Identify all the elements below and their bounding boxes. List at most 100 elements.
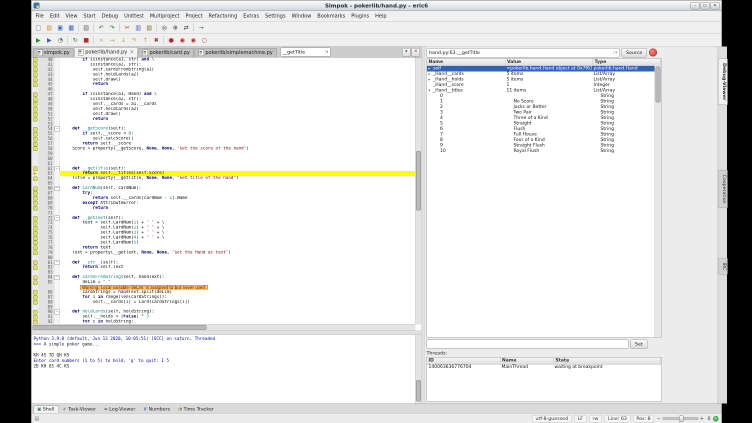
side-tab-debug-viewer[interactable]: Debug-Viewer xyxy=(718,59,728,105)
toggle-breakpoint-icon[interactable]: ● xyxy=(166,35,177,46)
menu-item-settings[interactable]: Settings xyxy=(262,12,289,20)
set-button[interactable]: Set xyxy=(631,339,648,349)
variables-column-header[interactable]: Name xyxy=(427,59,506,66)
variable-row[interactable]: 10Royal FlushString xyxy=(427,149,661,155)
save-file-icon[interactable]: ▣ xyxy=(55,22,66,33)
save-all-icon[interactable]: ▦ xyxy=(66,22,77,33)
search-next-icon[interactable]: ⊕ xyxy=(170,22,181,33)
side-tab-irc[interactable]: IRC xyxy=(718,258,728,275)
zoom-slider-thumb[interactable] xyxy=(679,416,684,423)
search-icon[interactable]: ◎ xyxy=(159,22,170,33)
tab-close-icon[interactable]: × xyxy=(130,50,134,56)
continue-icon[interactable]: » xyxy=(96,35,107,46)
menu-item-extras[interactable]: Extras xyxy=(240,12,262,20)
variable-name-text: 4 xyxy=(440,116,443,121)
thread-row[interactable]: 140063636776704MainThreadwaiting at brea… xyxy=(427,365,661,371)
threads-column-header[interactable]: ID xyxy=(427,358,501,365)
bottom-tab-task-viewer[interactable]: ✔Task-Viewer xyxy=(60,406,100,413)
editor-vertical-scrollbar[interactable] xyxy=(415,58,422,325)
shell-icon: ▣ xyxy=(37,407,41,412)
replace-icon[interactable]: ⇄ xyxy=(181,22,192,33)
continue-to-cursor-icon[interactable]: → xyxy=(107,35,118,46)
threads-column-header[interactable]: Name xyxy=(501,358,555,365)
print-file-icon[interactable]: ▤ xyxy=(81,22,92,33)
titlebar[interactable]: Simpok - pokerlib/hand.py - eric6 – ▢ ✕ xyxy=(32,1,722,12)
variables-column-header[interactable]: Type xyxy=(593,59,661,66)
menu-item-multiproject[interactable]: Multiproject xyxy=(147,12,183,20)
cut-icon[interactable]: ✂ xyxy=(122,22,133,33)
menu-item-refactoring[interactable]: Refactoring xyxy=(206,12,241,20)
file-tab[interactable]: pokerlib/hand.py× xyxy=(74,47,138,57)
menu-item-unittest[interactable]: Unittest xyxy=(121,12,147,20)
file-tab[interactable]: pokerlib/simplemachine.py xyxy=(194,48,276,57)
goto-line-icon[interactable]: → xyxy=(196,22,207,33)
menu-item-window[interactable]: Window xyxy=(289,12,315,20)
redo-icon[interactable]: ↷ xyxy=(107,22,118,33)
editor[interactable]: 40 if isinstance(a1, str) and \41 isinst… xyxy=(32,58,422,331)
menu-item-project[interactable]: Project xyxy=(182,12,205,20)
file-tab[interactable]: simpok.py xyxy=(33,48,74,57)
editor-horizontal-scrollbar[interactable] xyxy=(32,324,416,331)
paste-icon[interactable]: ▧ xyxy=(144,22,155,33)
step-over-icon[interactable]: ↷ xyxy=(129,35,140,46)
variables-filter-icon[interactable] xyxy=(649,49,657,57)
menu-item-help[interactable]: Help xyxy=(372,12,389,20)
file-tabbar-tabs: simpok.pypokerlib/hand.py×pokerlib/card.… xyxy=(33,47,277,57)
threads-column-header[interactable]: State xyxy=(554,358,661,365)
stop-script-icon[interactable]: ■ xyxy=(81,35,92,46)
restart-script-icon[interactable]: ↻ xyxy=(70,35,81,46)
symbol-nav-combo[interactable]: __getTitle ▾ xyxy=(280,48,330,57)
step-into-icon[interactable]: ↓ xyxy=(118,35,129,46)
variables-column-header[interactable]: Value xyxy=(506,59,594,66)
stack-frame-combo[interactable]: hand.py:63.__getTitle ▾ xyxy=(427,48,620,58)
scrollbar-thumb[interactable] xyxy=(656,67,661,103)
file-tab[interactable]: pokerlib/card.py xyxy=(138,48,193,57)
variables-filter-input[interactable] xyxy=(427,340,629,349)
bottom-tab-shell[interactable]: ▣Shell xyxy=(34,406,59,414)
zoom-out-icon[interactable]: − xyxy=(657,416,661,422)
debug-script-icon[interactable]: ▶ xyxy=(44,35,55,46)
side-tab-cooperation[interactable]: Cooperation xyxy=(718,170,728,208)
stop-debugger-icon[interactable]: ✖ xyxy=(151,35,162,46)
previous-breakpoint-icon[interactable]: ◉ xyxy=(188,35,199,46)
source-button[interactable]: Source xyxy=(622,48,647,58)
step-out-icon[interactable]: ↑ xyxy=(140,35,151,46)
menu-item-view[interactable]: View xyxy=(63,12,81,20)
undo-icon[interactable]: ↶ xyxy=(96,22,107,33)
scrollbar-thumb[interactable] xyxy=(416,151,421,211)
scrollbar-thumb[interactable] xyxy=(416,380,421,402)
zoom-in-icon[interactable]: + xyxy=(700,416,704,422)
tab-list-button[interactable]: ▾ xyxy=(402,48,411,57)
menu-item-start[interactable]: Start xyxy=(80,12,98,20)
menu-item-plugins[interactable]: Plugins xyxy=(348,12,372,20)
tab-close-button[interactable]: ✕ xyxy=(412,48,421,57)
variable-name-text: 1 xyxy=(440,99,443,104)
open-file-icon[interactable]: ▨ xyxy=(44,22,55,33)
minimize-button[interactable]: – xyxy=(691,2,700,10)
menu-item-edit[interactable]: Edit xyxy=(47,12,63,20)
copy-icon[interactable]: ▥ xyxy=(133,22,144,33)
menu-item-file[interactable]: File xyxy=(33,12,47,20)
maximize-button[interactable]: ▢ xyxy=(701,2,710,10)
new-file-icon[interactable]: □ xyxy=(33,22,44,33)
bottom-tab-time-tracker[interactable]: ◔Time Tracker xyxy=(175,406,218,413)
code-area[interactable]: 40 if isinstance(a1, str) and \41 isinst… xyxy=(32,58,416,325)
clear-breakpoints-icon[interactable]: ○ xyxy=(199,35,210,46)
scrollbar-thumb[interactable] xyxy=(33,325,207,330)
bottom-tab-numbers[interactable]: #Numbers xyxy=(140,406,174,413)
shell-panel[interactable]: Python 3.9.0 (default, Jun 13 2020, 10:0… xyxy=(32,335,422,404)
zoom-slider-track[interactable] xyxy=(662,417,698,420)
shell-scrollbar[interactable] xyxy=(415,335,422,404)
menu-item-debug[interactable]: Debug xyxy=(99,12,121,20)
bottom-tab-log-viewer[interactable]: ≡Log-Viewer xyxy=(101,406,139,413)
current-line-arrow-icon: ▶ xyxy=(33,172,36,176)
variable-name-text: self xyxy=(433,66,441,71)
stack-frame-combo-text: hand.py:63.__getTitle xyxy=(429,50,614,56)
zoom-widget[interactable]: − + 0 xyxy=(657,416,711,422)
run-script-icon[interactable]: ▶ xyxy=(33,35,44,46)
profile-script-icon[interactable]: ◔ xyxy=(55,35,66,46)
variables-scrollbar[interactable] xyxy=(655,66,662,338)
menu-item-bookmarks[interactable]: Bookmarks xyxy=(314,12,348,20)
next-breakpoint-icon[interactable]: ◉ xyxy=(177,35,188,46)
close-button[interactable]: ✕ xyxy=(711,2,720,10)
